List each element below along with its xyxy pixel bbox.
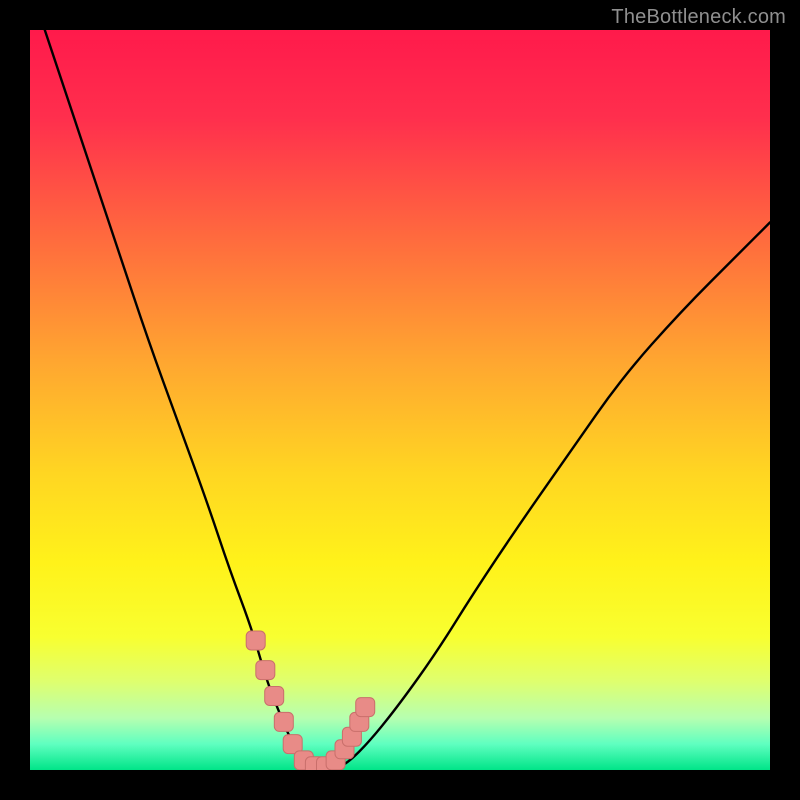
chart-svg: [30, 30, 770, 770]
marker-point: [356, 698, 375, 717]
bottleneck-curve: [30, 30, 770, 770]
marker-point: [246, 631, 265, 650]
watermark-text: TheBottleneck.com: [611, 6, 786, 29]
outer-frame: TheBottleneck.com: [0, 0, 800, 800]
marker-point: [265, 687, 284, 706]
plot-area: [30, 30, 770, 770]
marker-point: [274, 712, 293, 731]
marker-point: [256, 661, 275, 680]
marker-group: [246, 631, 375, 770]
